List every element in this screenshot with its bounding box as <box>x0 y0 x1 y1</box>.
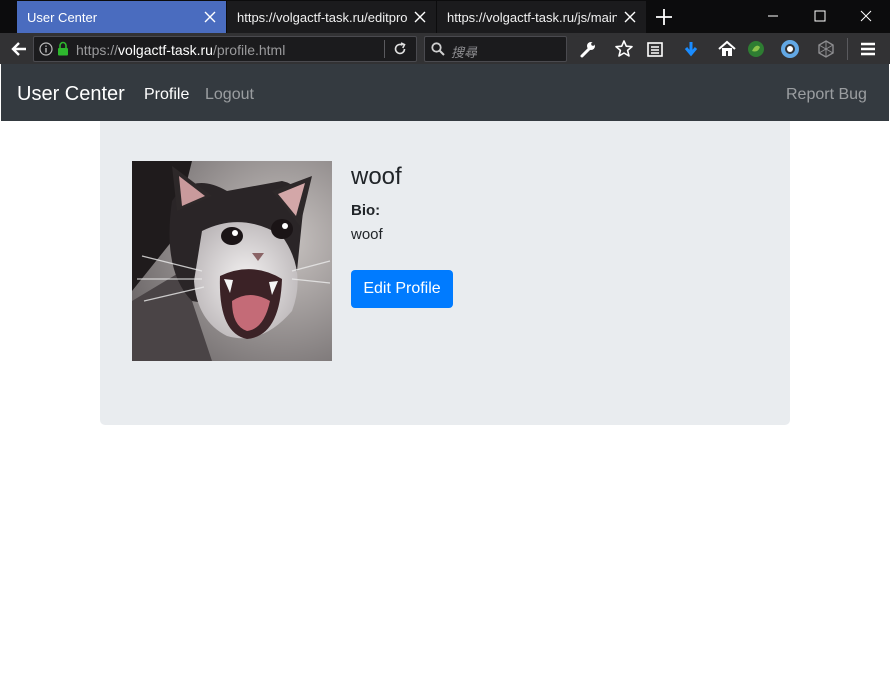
home-icon[interactable] <box>717 39 737 59</box>
download-arrow-icon[interactable] <box>681 39 701 59</box>
browser-tabstrip: User Center https://volgactf-task.ru/edi… <box>0 0 890 33</box>
toolbar-divider <box>847 38 848 60</box>
tab-editprofile[interactable]: https://volgactf-task.ru/editpro <box>227 1 436 33</box>
bookmark-star-icon[interactable] <box>614 39 634 59</box>
tab-user-center[interactable]: User Center <box>17 1 226 33</box>
close-tab-icon[interactable] <box>202 9 218 25</box>
navbar-brand[interactable]: User Center <box>17 83 125 106</box>
profile-username: woof <box>351 163 402 190</box>
extension-green-icon[interactable] <box>746 39 766 59</box>
url-path: /profile.html <box>212 42 286 58</box>
close-tab-icon[interactable] <box>622 9 638 25</box>
tab-title: https://volgactf-task.ru/editpro <box>237 9 407 25</box>
tab-title: https://volgactf-task.ru/js/main <box>447 9 617 25</box>
url-host: volgactf-task.ru <box>118 42 213 58</box>
reader-list-icon[interactable] <box>645 39 665 59</box>
extension-ring-icon[interactable] <box>780 39 800 59</box>
back-arrow-icon[interactable] <box>8 39 30 59</box>
nav-link-logout[interactable]: Logout <box>205 86 254 104</box>
reload-icon[interactable] <box>392 41 408 57</box>
url-bar[interactable]: https://volgactf-task.ru/profile.html <box>33 36 417 62</box>
hamburger-menu-icon[interactable] <box>858 39 878 59</box>
new-tab-icon[interactable] <box>651 5 677 29</box>
close-tab-icon[interactable] <box>412 9 428 25</box>
search-bar[interactable]: 搜尋 <box>424 36 567 62</box>
url-divider <box>384 40 385 58</box>
edit-profile-button[interactable]: Edit Profile <box>351 270 453 308</box>
search-icon <box>431 42 445 56</box>
extension-grid-icon[interactable] <box>816 39 836 59</box>
url-scheme: https:// <box>76 42 119 58</box>
maximize-icon[interactable] <box>805 4 835 28</box>
site-navbar: User Center Profile Logout Report Bug <box>1 64 889 121</box>
url-text: https://volgactf-task.ru/profile.html <box>76 42 285 58</box>
avatar <box>132 161 332 361</box>
tab-title: User Center <box>27 9 98 25</box>
minimize-icon[interactable] <box>758 4 788 28</box>
nav-link-profile[interactable]: Profile <box>144 86 189 104</box>
lock-icon <box>58 41 68 56</box>
bio-text: woof <box>351 226 383 243</box>
search-placeholder: 搜尋 <box>451 45 478 60</box>
nav-link-report-bug[interactable]: Report Bug <box>786 86 867 104</box>
info-icon[interactable] <box>39 42 53 56</box>
browser-toolbar: https://volgactf-task.ru/profile.html 搜尋 <box>0 33 890 64</box>
bio-label: Bio: <box>351 202 381 219</box>
tab-main-js[interactable]: https://volgactf-task.ru/js/main <box>437 1 646 33</box>
profile-card: woof Bio: woof Edit Profile <box>100 121 790 425</box>
close-window-icon[interactable] <box>851 4 881 28</box>
wrench-icon[interactable] <box>578 39 598 59</box>
